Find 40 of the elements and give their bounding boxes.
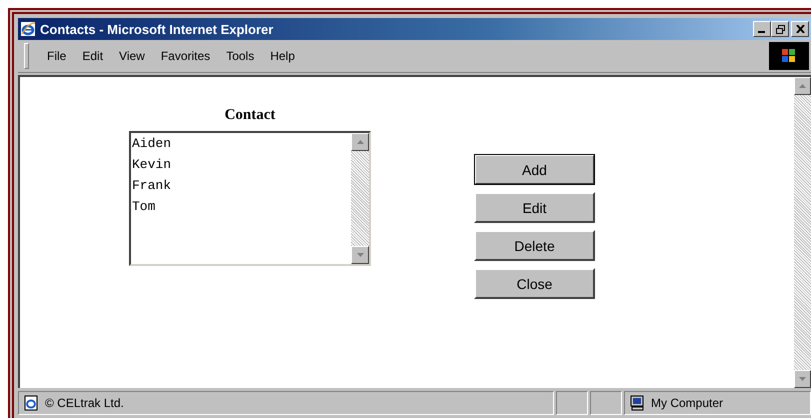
menu-item[interactable]: Edit: [74, 49, 112, 63]
list-item[interactable]: Kevin: [132, 154, 351, 175]
windows-logo-icon: [769, 42, 809, 70]
page-icon: [23, 395, 39, 411]
status-pane: [590, 391, 622, 415]
list-item[interactable]: Frank: [132, 175, 351, 196]
close-button[interactable]: [791, 21, 809, 37]
scroll-up-button[interactable]: [794, 77, 811, 95]
status-text: © CELtrak Ltd.: [45, 396, 124, 410]
status-pane: [556, 391, 588, 415]
restore-icon: [776, 24, 784, 34]
scroll-down-button[interactable]: [351, 246, 369, 264]
zone-text: My Computer: [651, 396, 724, 410]
computer-icon: [629, 395, 645, 411]
menu-item[interactable]: Favorites: [152, 49, 218, 63]
window-title: Contacts - Microsoft Internet Explorer: [40, 22, 274, 36]
menu-item[interactable]: Tools: [218, 49, 262, 63]
up-arrow-icon: [356, 140, 364, 144]
form-button[interactable]: Add: [474, 154, 595, 185]
menu-item[interactable]: Help: [262, 49, 303, 63]
minimize-button[interactable]: [753, 21, 771, 37]
restore-button[interactable]: [771, 21, 789, 37]
scroll-up-button[interactable]: [351, 133, 369, 151]
form-button[interactable]: Close: [474, 268, 595, 299]
list-heading: Contact: [224, 107, 276, 125]
down-arrow-icon: [799, 377, 806, 381]
menu-item[interactable]: View: [111, 49, 153, 63]
down-arrow-icon: [356, 253, 364, 257]
page-scrollbar[interactable]: [794, 77, 811, 388]
list-item[interactable]: Tom: [132, 196, 351, 217]
contact-list[interactable]: Aiden Kevin Frank Tom: [129, 131, 371, 266]
scrollbar[interactable]: [351, 133, 369, 264]
scroll-down-button[interactable]: [794, 370, 811, 388]
close-icon: [796, 25, 804, 33]
browser-icon: [20, 21, 36, 37]
list-item[interactable]: Aiden: [132, 133, 351, 154]
form-button[interactable]: Edit: [474, 192, 595, 223]
up-arrow-icon: [799, 84, 806, 88]
form-button[interactable]: Delete: [474, 230, 595, 261]
menu-item[interactable]: File: [39, 49, 74, 63]
